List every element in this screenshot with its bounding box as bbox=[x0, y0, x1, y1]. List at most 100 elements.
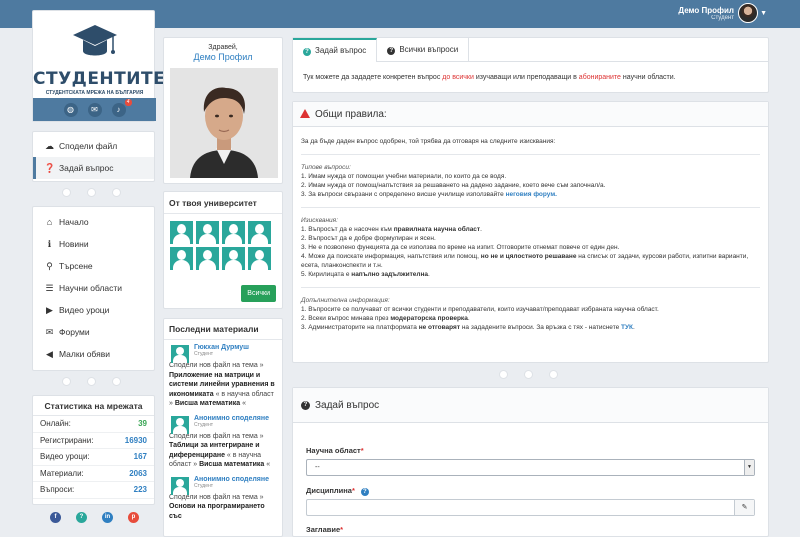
req-text: . bbox=[480, 226, 482, 233]
logo-panel: СТУДЕНТИТЕ СТУДЕНТСКАТА МРЕЖА НА БЪЛГАРИ… bbox=[32, 10, 165, 122]
video-icon: ▶ bbox=[46, 305, 53, 315]
req-title: Изисквания: bbox=[301, 217, 338, 224]
share-file-link[interactable]: ☁ Сподели файл bbox=[33, 135, 154, 157]
forum-link[interactable]: неговия форум. bbox=[506, 191, 557, 198]
required-mark: * bbox=[340, 525, 344, 534]
stat-label: Онлайн: bbox=[40, 419, 71, 428]
tab-all-questions[interactable]: ? Всички въпроси bbox=[377, 38, 470, 61]
item-user-link[interactable]: Анонимно споделяне bbox=[194, 415, 277, 422]
contact-admin-link[interactable]: ТУК bbox=[621, 324, 633, 331]
stat-label: Регистрирани: bbox=[40, 435, 94, 445]
nav-item-videos[interactable]: ▶ Видео уроци bbox=[33, 299, 154, 321]
item-area-link[interactable]: Висша математика bbox=[199, 461, 264, 468]
linkedin-icon[interactable]: in bbox=[102, 512, 113, 523]
ask-question-link[interactable]: ❓ Задай въпрос bbox=[33, 157, 154, 179]
avatar[interactable] bbox=[738, 3, 758, 23]
item-post: « bbox=[266, 461, 271, 468]
edit-icon[interactable]: ✎ bbox=[734, 500, 754, 515]
form-title: Задай въпрос bbox=[315, 400, 380, 411]
member-avatar[interactable] bbox=[248, 221, 271, 244]
profile-photo[interactable] bbox=[170, 68, 278, 178]
req-line: 2. Въпросът да е добре формулиран и ясен… bbox=[301, 235, 436, 242]
item-text: Сподели нов файл на тема » Таблици за ин… bbox=[169, 432, 277, 470]
chevron-down-icon[interactable]: ▼ bbox=[760, 10, 767, 17]
member-avatar[interactable] bbox=[222, 247, 245, 270]
field-label: Заглавие* bbox=[306, 525, 343, 534]
profile-card: Здравей, Демо Профил bbox=[163, 37, 283, 184]
member-avatar[interactable] bbox=[222, 221, 245, 244]
nav-item-areas[interactable]: ☰ Научни области bbox=[33, 277, 154, 299]
tab-ask-question[interactable]: ? Задай въпрос bbox=[293, 38, 378, 62]
discipline-label: Дисциплина bbox=[306, 486, 352, 495]
list-item: Анонимно споделяне Студент Сподели нов ф… bbox=[164, 472, 282, 524]
stat-row: Онлайн: 39 bbox=[33, 416, 154, 433]
user-avatar-icon[interactable] bbox=[171, 415, 189, 434]
help-icon[interactable]: ? bbox=[360, 488, 369, 496]
member-avatar[interactable] bbox=[170, 247, 193, 270]
info-icon: ℹ bbox=[47, 239, 52, 249]
tab-row: ? Задай въпрос ? Всички въпроси bbox=[293, 38, 768, 62]
item-text: Сподели нов файл на тема » Основи на про… bbox=[169, 493, 277, 522]
type-line: 2. Имам нужда от помощ/напътствия за реш… bbox=[301, 182, 606, 189]
title-label: Заглавие bbox=[306, 525, 341, 534]
notification-badge: 4 bbox=[124, 98, 132, 106]
action-menu: ☁ Сподели файл ❓ Задай въпрос bbox=[32, 131, 155, 182]
divider-dots bbox=[62, 377, 121, 386]
nav-item-news[interactable]: ℹ Новини bbox=[33, 233, 154, 255]
stat-value: 39 bbox=[138, 419, 147, 428]
list-item: Анонимно споделяне Студент Сподели нов ф… bbox=[164, 411, 282, 472]
chat-icon[interactable]: ✉ bbox=[87, 102, 102, 117]
chevron-down-icon[interactable]: ▼ bbox=[744, 460, 754, 475]
profile-name-link[interactable]: Демо Профил bbox=[164, 52, 282, 62]
stat-row: Материали: 2063 bbox=[33, 466, 154, 482]
item-user-link[interactable]: Гюкхан Дурмуш bbox=[194, 344, 277, 351]
field-label: Дисциплина*? bbox=[306, 486, 369, 496]
user-menu[interactable]: Демо Профил Студент bbox=[678, 6, 734, 21]
bell-icon[interactable]: ♪ 4 bbox=[111, 98, 132, 117]
main-nav: ⌂ Начало ℹ Новини ⚲ Търсене ☰ Научни области… bbox=[32, 206, 155, 371]
member-avatar[interactable] bbox=[248, 247, 271, 270]
member-avatar[interactable] bbox=[196, 247, 219, 270]
pinterest-icon[interactable]: p bbox=[128, 512, 139, 523]
globe-icon[interactable]: ◍ bbox=[63, 102, 78, 117]
stat-value: 16930 bbox=[124, 435, 147, 445]
nav-item-home[interactable]: ⌂ Начало bbox=[33, 211, 154, 233]
user-avatar-icon[interactable] bbox=[171, 476, 189, 495]
graduation-cap-icon bbox=[73, 25, 117, 56]
type-line: 3. За въпроси свързани с определено висш… bbox=[301, 190, 760, 199]
nav-item-search[interactable]: ⚲ Търсене bbox=[33, 255, 154, 277]
req-text: . bbox=[428, 271, 430, 278]
member-grid bbox=[170, 221, 271, 270]
rules-body: За да бъде даден въпрос одобрен, той тря… bbox=[293, 127, 768, 342]
cloud-upload-icon: ☁ bbox=[45, 141, 54, 151]
nav-label: Новини bbox=[59, 239, 89, 249]
nav-label: Начало bbox=[59, 217, 89, 227]
nav-item-forums[interactable]: ✉ Форуми bbox=[33, 321, 154, 343]
item-text: Сподели нов файл на тема » Приложение на… bbox=[169, 361, 277, 409]
facebook-icon[interactable]: f bbox=[50, 512, 61, 523]
nav-label: Малки обяви bbox=[59, 349, 110, 359]
social-links: f ? in p bbox=[50, 512, 139, 523]
item-area-link[interactable]: Висша математика bbox=[175, 400, 240, 407]
req-text: 4. Може да поискате информация, напътств… bbox=[301, 253, 481, 260]
nav-item-ads[interactable]: ◀ Малки обяви bbox=[33, 343, 154, 365]
item-user-link[interactable]: Анонимно споделяне bbox=[194, 476, 277, 483]
question-icon: ? bbox=[301, 401, 310, 410]
area-label: Научна област bbox=[306, 446, 361, 455]
discipline-input[interactable]: ✎ bbox=[306, 499, 755, 516]
area-select[interactable]: -- ▼ bbox=[306, 459, 755, 476]
latest-title: Последни материали bbox=[164, 319, 282, 340]
member-avatar[interactable] bbox=[170, 221, 193, 244]
area-select-value: -- bbox=[315, 464, 320, 471]
subscribed-link[interactable]: абонираните bbox=[579, 74, 621, 81]
form-header: ? Задай въпрос bbox=[293, 388, 768, 423]
stat-label: Въпроси: bbox=[40, 485, 75, 494]
member-avatar[interactable] bbox=[196, 221, 219, 244]
google-plus-icon[interactable]: ? bbox=[76, 512, 87, 523]
all-members-button[interactable]: Всички bbox=[241, 285, 276, 302]
user-avatar-icon[interactable] bbox=[171, 345, 189, 363]
bullhorn-icon: ◀ bbox=[46, 349, 53, 359]
item-topic-link[interactable]: Основи на програмирането със bbox=[169, 503, 265, 520]
info-title: Допълнителна информация: bbox=[301, 297, 390, 304]
info-text: . bbox=[633, 324, 635, 331]
